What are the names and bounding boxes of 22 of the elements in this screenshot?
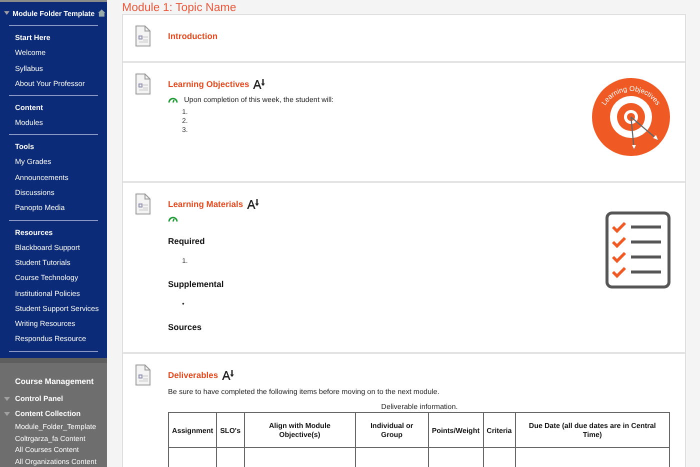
section-heading: Required [168, 236, 206, 246]
item-title-link[interactable]: Introduction [168, 31, 218, 41]
management-title: Course Management [14, 376, 95, 388]
item-title-link[interactable]: Learning Materials [168, 199, 244, 209]
accessibility-icon[interactable] [247, 199, 260, 209]
gauge-icon[interactable] [168, 96, 178, 103]
accessibility-icon[interactable] [253, 79, 266, 89]
document-icon [135, 193, 151, 215]
accessibility-icon[interactable] [222, 370, 234, 380]
caret-icon[interactable] [4, 11, 10, 16]
page-title: Module 1: Topic Name [122, 2, 238, 14]
document-icon [135, 25, 151, 47]
home-icon[interactable] [98, 9, 105, 18]
gauge-icon[interactable] [168, 215, 178, 222]
section-heading: Sources [168, 322, 203, 332]
table-cell [168, 448, 217, 467]
item-title-link[interactable]: Learning Objectives [168, 79, 250, 89]
checklist-icon [605, 211, 671, 289]
document-icon [135, 364, 151, 386]
item-title-link[interactable]: Deliverables [168, 370, 218, 380]
section-heading: Supplemental [168, 279, 225, 289]
document-icon [135, 73, 151, 95]
